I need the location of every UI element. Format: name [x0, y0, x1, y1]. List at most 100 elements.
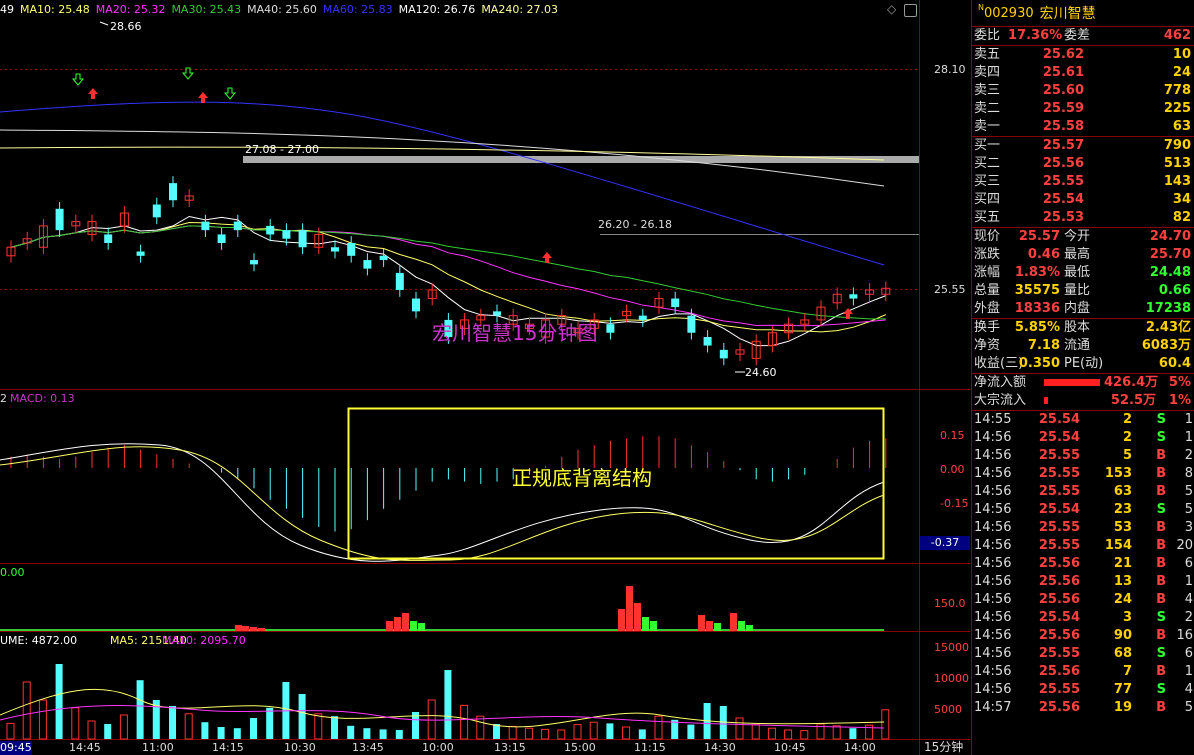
tick-direction: B — [1156, 628, 1166, 643]
period-label[interactable]: 15分钟 — [924, 740, 963, 754]
tick-price: 25.54 — [1038, 412, 1080, 427]
quote-value: 17238 — [1145, 301, 1191, 316]
tick-row[interactable]: 14:55 25.54 2 S 1 — [972, 411, 1194, 429]
volume-bar — [557, 729, 566, 740]
tick-row[interactable]: 14:56 25.55 68 S 6 — [972, 645, 1194, 663]
ask-price: 25.62 — [1042, 47, 1084, 62]
volume-bar — [573, 724, 582, 740]
volume-bar — [250, 718, 257, 739]
volume-bar — [298, 694, 306, 739]
weicha-value: 462 — [1163, 28, 1191, 43]
chart-area[interactable]: 49 MA10: 25.48 MA20: 25.32 MA30: 25.43 MA40:… — [0, 0, 970, 755]
ask-price: 25.60 — [1042, 83, 1084, 98]
flow-label: 净流入额 — [974, 375, 1027, 390]
quote-row: 净资 7.18 流通 6083万 — [972, 337, 1194, 355]
ask-label: 卖二 — [974, 101, 1001, 116]
band-label: 27.08 - 27.00 — [245, 143, 319, 156]
volume-bar — [444, 670, 452, 739]
tick-time: 14:56 — [974, 520, 1012, 535]
tick-volume: 63 — [1113, 484, 1132, 499]
candle-body — [687, 315, 696, 333]
flow-bar — [1044, 392, 1104, 410]
volume-bar — [184, 713, 193, 740]
ask-row[interactable]: 卖三 25.60 778 — [972, 82, 1194, 100]
tick-volume: 90 — [1113, 628, 1132, 643]
tick-time: 14:56 — [974, 664, 1012, 679]
tick-price: 25.55 — [1038, 520, 1080, 535]
quote-value: 7.18 — [1027, 338, 1060, 353]
ind3-bar — [242, 626, 249, 631]
tick-row[interactable]: 14:56 25.54 2 S 1 — [972, 429, 1194, 447]
tick-row[interactable]: 14:57 25.56 19 B 5 — [972, 699, 1194, 717]
tick-list[interactable]: 14:55 25.54 2 S 1 14:56 25.54 2 S 1 14:56 25.55 5 B 2 1… — [972, 411, 1194, 717]
macd-axis-1: 0.15 — [940, 429, 965, 442]
dif-line — [0, 443, 885, 562]
candle-body — [152, 204, 161, 218]
ind3-bar — [250, 627, 257, 631]
tick-direction: B — [1156, 538, 1166, 553]
quote-value: 0.66 — [1158, 283, 1191, 298]
buy-signal-arrow — [88, 88, 98, 99]
volume-bar — [751, 724, 760, 740]
time-axis-label: 11:00 — [142, 741, 174, 754]
price-axis-current: 25.55 — [934, 283, 966, 296]
ind3-bar — [738, 621, 745, 631]
tick-time: 14:56 — [974, 628, 1012, 643]
candle-body — [217, 234, 226, 243]
tick-volume: 68 — [1113, 646, 1132, 661]
flow-percent: 1% — [1168, 393, 1191, 408]
ind3-bar — [618, 609, 625, 631]
tick-row[interactable]: 14:56 25.55 5 B 2 — [972, 447, 1194, 465]
tick-row[interactable]: 14:56 25.55 153 B 8 — [972, 465, 1194, 483]
bid-row[interactable]: 买三 25.55 143 — [972, 173, 1194, 191]
tick-volume: 24 — [1113, 592, 1132, 607]
quote-row: 现价 25.57 今开 24.70 — [972, 228, 1194, 246]
tick-direction: S — [1156, 610, 1166, 625]
tick-count: 6 — [1184, 556, 1193, 571]
tick-row[interactable]: 14:56 25.55 154 B 20 — [972, 537, 1194, 555]
tick-row[interactable]: 14:56 25.55 53 B 3 — [972, 519, 1194, 537]
candle-body — [250, 260, 258, 265]
bid-volume: 790 — [1163, 138, 1191, 153]
low-label: 24.60 — [745, 366, 777, 379]
tick-row[interactable]: 14:56 25.55 77 S 4 — [972, 681, 1194, 699]
time-axis-label: 14:15 — [212, 741, 244, 754]
tick-volume: 13 — [1113, 574, 1132, 589]
settings-diamond-icon[interactable]: ◇ — [887, 2, 896, 16]
tick-row[interactable]: 14:56 25.54 3 S 2 — [972, 609, 1194, 627]
bid-row[interactable]: 买二 25.56 513 — [972, 155, 1194, 173]
stock-name[interactable]: 宏川智慧 — [1040, 3, 1096, 23]
stock-code[interactable]: 002930 — [984, 6, 1034, 21]
ask-row[interactable]: 卖四 25.61 24 — [972, 64, 1194, 82]
tick-row[interactable]: 14:56 25.56 13 B 1 — [972, 573, 1194, 591]
quote-row: 总量 35575 量比 0.66 — [972, 282, 1194, 300]
candle-body — [638, 315, 647, 320]
tick-row[interactable]: 14:56 25.56 90 B 16 — [972, 627, 1194, 645]
bid-row[interactable]: 买四 25.54 34 — [972, 191, 1194, 209]
tick-row[interactable]: 14:56 25.55 63 B 5 — [972, 483, 1194, 501]
candle-body — [363, 260, 372, 269]
volume-bar — [460, 704, 469, 740]
bid-row[interactable]: 买一 25.57 790 — [972, 137, 1194, 155]
ask-price: 25.59 — [1042, 101, 1084, 116]
volume-bar — [71, 707, 80, 740]
tick-row[interactable]: 14:56 25.56 21 B 6 — [972, 555, 1194, 573]
volume-bar — [379, 729, 387, 739]
ask-row[interactable]: 卖一 25.58 63 — [972, 118, 1194, 136]
ind3-bar — [386, 621, 393, 631]
ask-row[interactable]: 卖五 25.62 10 — [972, 46, 1194, 64]
quote-label: 涨跌 — [974, 247, 1001, 262]
volume-bar — [87, 720, 96, 740]
ask-row[interactable]: 卖二 25.59 225 — [972, 100, 1194, 118]
expand-icon[interactable] — [904, 4, 917, 17]
volume-bar — [687, 724, 695, 739]
tick-row[interactable]: 14:56 25.56 7 B 1 — [972, 663, 1194, 681]
tick-row[interactable]: 14:56 25.56 24 B 4 — [972, 591, 1194, 609]
ma-legend-item: MA30: 25.43 — [171, 3, 242, 16]
ind3-bar — [642, 617, 649, 631]
quote-value: 25.57 — [1018, 229, 1060, 244]
tick-row[interactable]: 14:56 25.54 23 S 5 — [972, 501, 1194, 519]
bid-row[interactable]: 买五 25.53 82 — [972, 209, 1194, 227]
time-axis-label: 15:00 — [564, 741, 596, 754]
time-axis-label: 14:45 — [69, 741, 101, 754]
